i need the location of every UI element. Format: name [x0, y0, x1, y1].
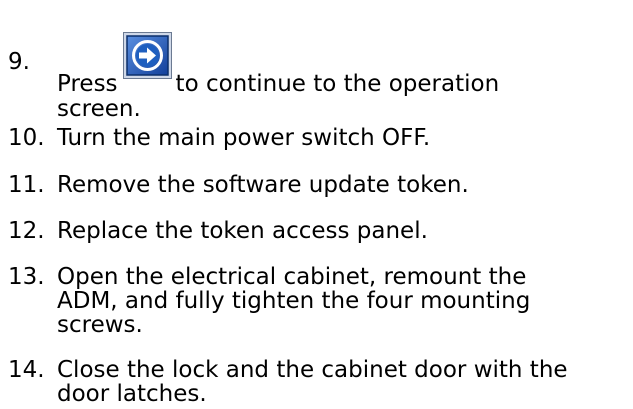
step-line: Turn the main power switch OFF.: [57, 125, 431, 151]
step-text: Open the electrical cabinet, remount the…: [57, 265, 622, 337]
step-number: 11.: [8, 172, 45, 198]
step-text: Press to continue to the operation scree…: [57, 32, 622, 122]
step-number: 9.: [8, 49, 30, 75]
step-text: Replace the token access panel.: [57, 219, 622, 243]
step-number: 14.: [8, 357, 45, 383]
step-line: Remove the software update token.: [57, 172, 469, 198]
step-number: 12.: [8, 218, 45, 244]
step-text-before-icon: Press: [57, 71, 118, 97]
step-text: Remove the software update token.: [57, 173, 622, 197]
step-line: screws.: [57, 312, 143, 338]
step-line: Open the electrical cabinet, remount the: [57, 264, 527, 290]
step-line: Close the lock and the cabinet door with…: [57, 357, 568, 383]
step-line: ADM, and fully tighten the four mounting: [57, 288, 531, 314]
step-number: 13.: [8, 264, 45, 290]
step-line: Replace the token access panel.: [57, 218, 428, 244]
step-line: door latches.: [57, 381, 207, 407]
step-text-after-icon: to continue to the operation: [175, 71, 500, 97]
step-number: 10.: [8, 125, 45, 151]
step-text: Close the lock and the cabinet door with…: [57, 358, 622, 406]
step-line: Press to continue to the operation: [57, 32, 622, 97]
step-line: screen.: [57, 96, 141, 122]
step-text: Turn the main power switch OFF.: [57, 126, 622, 150]
continue-arrow-icon: [122, 32, 172, 79]
